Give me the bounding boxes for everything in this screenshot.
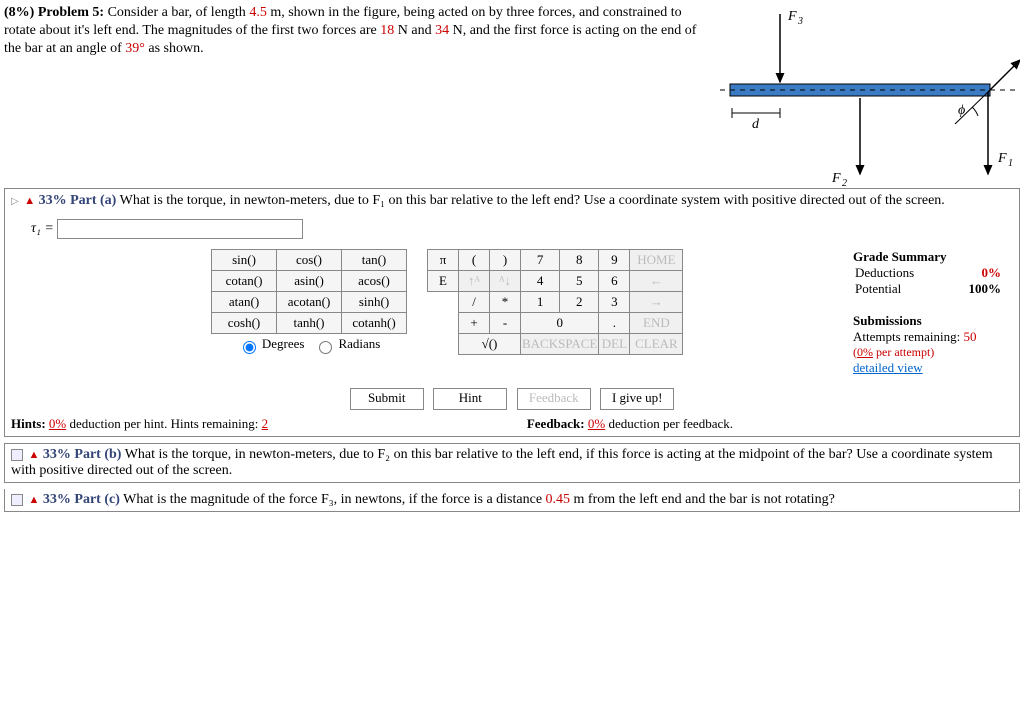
key-down[interactable]: ᴬ↓	[490, 271, 521, 292]
key-4[interactable]: 4	[521, 271, 560, 292]
key-0[interactable]: 0	[521, 313, 599, 334]
numpad: π ( ) 7 8 9 HOME E ↑ᴬ ᴬ↓ 4 5 6 ← / *	[427, 249, 683, 355]
warning-icon: ▲	[29, 494, 40, 506]
part-b-question: What is the torque, in newton-meters, du…	[11, 447, 993, 478]
key-8[interactable]: 8	[560, 250, 599, 271]
key-up[interactable]: ↑ᴬ	[459, 271, 490, 292]
fn-tanh[interactable]: tanh()	[277, 313, 342, 334]
hints-footer: Hints: 0% deduction per hint. Hints rema…	[11, 416, 1013, 432]
expand-icon[interactable]: ▷	[11, 196, 19, 207]
fn-tan[interactable]: tan()	[342, 250, 407, 271]
svg-text:ϕ: ϕ	[958, 103, 965, 118]
key-lparen[interactable]: (	[459, 250, 490, 271]
key-clear[interactable]: CLEAR	[630, 334, 683, 355]
key-9[interactable]: 9	[599, 250, 630, 271]
part-c-section: ▲ 33% Part (c) What is the magnitude of …	[4, 489, 1020, 512]
key-right[interactable]: →	[630, 292, 683, 313]
degrees-radio[interactable]: Degrees	[238, 336, 305, 351]
warning-icon: ▲	[24, 195, 35, 207]
key-div[interactable]: /	[459, 292, 490, 313]
feedback-button[interactable]: Feedback	[517, 388, 591, 410]
fn-cotanh[interactable]: cotanh()	[342, 313, 407, 334]
fn-atan[interactable]: atan()	[212, 292, 277, 313]
svg-text:F: F	[831, 171, 841, 186]
key-sqrt[interactable]: √()	[459, 334, 521, 355]
key-plus[interactable]: +	[459, 313, 490, 334]
fn-acotan[interactable]: acotan()	[277, 292, 342, 313]
part-a-section: ▷ ▲ 33% Part (a) What is the torque, in …	[4, 188, 1020, 437]
key-5[interactable]: 5	[560, 271, 599, 292]
collapse-icon[interactable]	[11, 494, 23, 506]
fn-cotan[interactable]: cotan()	[212, 271, 277, 292]
key-pi[interactable]: π	[428, 250, 459, 271]
key-backspace[interactable]: BACKSPACE	[521, 334, 599, 355]
answer-input[interactable]	[57, 219, 303, 239]
key-home[interactable]: HOME	[630, 250, 683, 271]
key-e[interactable]: E	[428, 271, 459, 292]
svg-text:d: d	[752, 117, 760, 132]
collapse-icon[interactable]	[11, 449, 23, 461]
part-a-header: ▷ ▲ 33% Part (a) What is the torque, in …	[11, 193, 1013, 209]
answer-var: τ₁ =	[31, 221, 57, 236]
key-dot[interactable]: .	[599, 313, 630, 334]
giveup-button[interactable]: I give up!	[600, 388, 674, 410]
submit-button[interactable]: Submit	[350, 388, 424, 410]
key-2[interactable]: 2	[560, 292, 599, 313]
part-a-question: What is the torque, in newton-meters, du…	[120, 193, 945, 208]
key-1[interactable]: 1	[521, 292, 560, 313]
fn-cos[interactable]: cos()	[277, 250, 342, 271]
problem-percent: (8%)	[4, 5, 34, 20]
action-buttons: Submit Hint Feedback I give up!	[11, 388, 1013, 410]
problem-figure: F3 d F2 F1 ϕ	[720, 4, 1020, 184]
part-b-section: ▲ 33% Part (b) What is the torque, in ne…	[4, 443, 1020, 483]
svg-text:1: 1	[1008, 158, 1013, 169]
svg-text:F: F	[787, 9, 797, 24]
problem-label: Problem 5:	[38, 5, 104, 20]
key-left[interactable]: ←	[630, 271, 683, 292]
key-3[interactable]: 3	[599, 292, 630, 313]
key-7[interactable]: 7	[521, 250, 560, 271]
svg-text:3: 3	[797, 16, 803, 27]
hint-button[interactable]: Hint	[433, 388, 507, 410]
calculator-area: sin()cos()tan() cotan()asin()acos() atan…	[191, 249, 407, 356]
grade-summary: Grade Summary Deductions0% Potential100%…	[853, 249, 1013, 376]
problem-header-area: (8%) Problem 5: Consider a bar, of lengt…	[4, 4, 1020, 184]
svg-text:2: 2	[842, 178, 847, 189]
key-minus[interactable]: -	[490, 313, 521, 334]
key-mul[interactable]: *	[490, 292, 521, 313]
radians-radio[interactable]: Radians	[314, 336, 380, 351]
svg-text:F: F	[997, 151, 1007, 166]
key-rparen[interactable]: )	[490, 250, 521, 271]
key-6[interactable]: 6	[599, 271, 630, 292]
fn-acos[interactable]: acos()	[342, 271, 407, 292]
fn-sin[interactable]: sin()	[212, 250, 277, 271]
fn-sinh[interactable]: sinh()	[342, 292, 407, 313]
detailed-view-link[interactable]: detailed view	[853, 360, 1003, 376]
answer-row: τ₁ =	[31, 219, 1013, 239]
key-del[interactable]: DEL	[599, 334, 630, 355]
function-buttons: sin()cos()tan() cotan()asin()acos() atan…	[211, 249, 407, 356]
problem-statement: (8%) Problem 5: Consider a bar, of lengt…	[4, 4, 720, 59]
warning-icon: ▲	[29, 449, 40, 461]
fn-cosh[interactable]: cosh()	[212, 313, 277, 334]
key-end[interactable]: END	[630, 313, 683, 334]
fn-asin[interactable]: asin()	[277, 271, 342, 292]
